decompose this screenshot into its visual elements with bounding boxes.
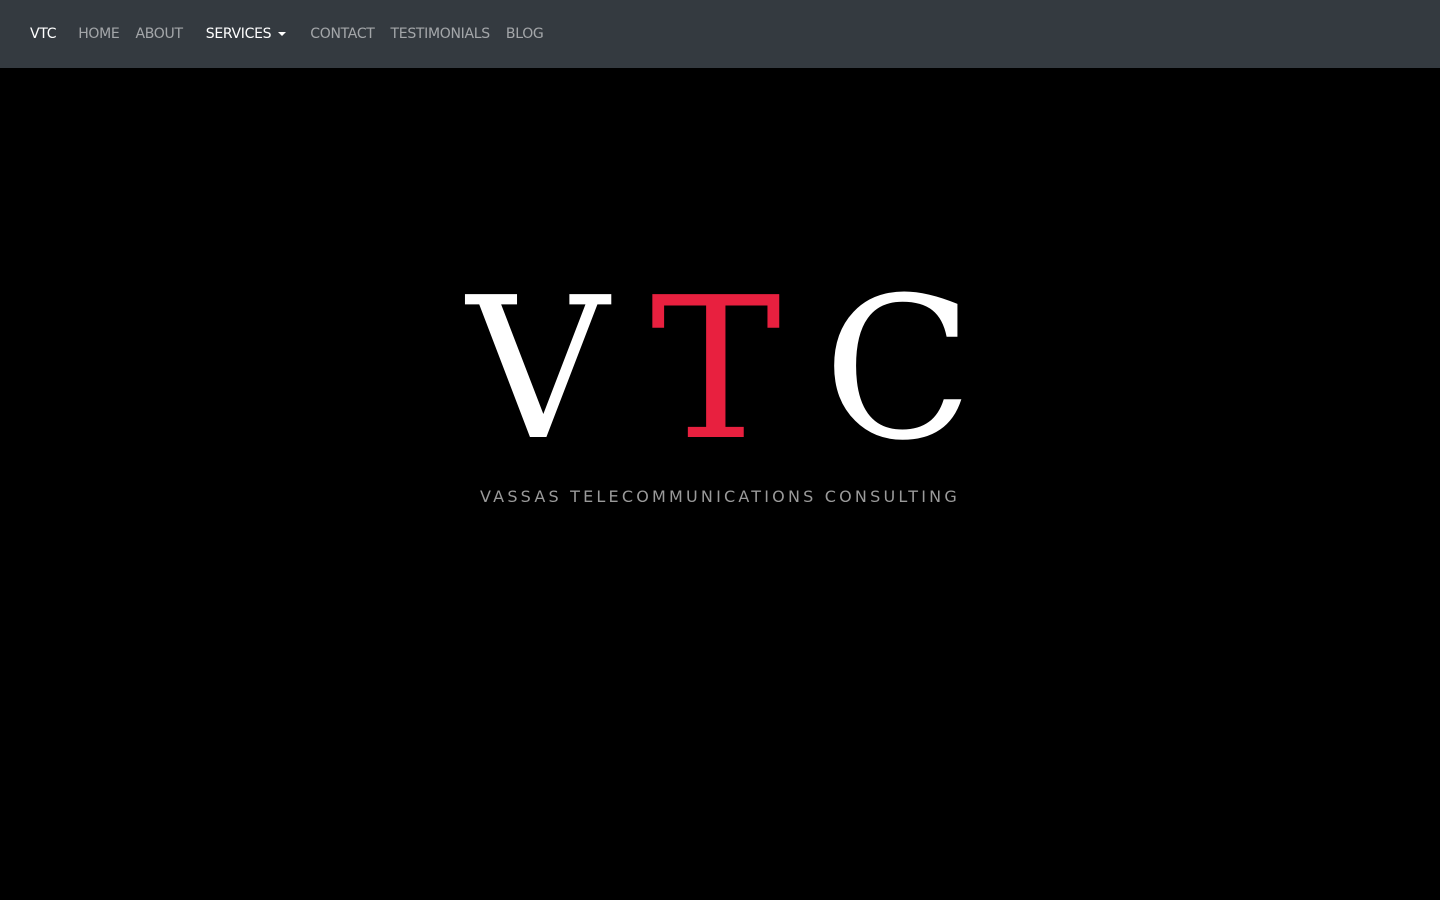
hero-tagline: VASSAS TELECOMMUNICATIONS CONSULTING bbox=[480, 487, 960, 506]
nav-link-testimonials[interactable]: TESTIMONIALS bbox=[391, 26, 491, 42]
nav-dropdown-services-label: SERVICES bbox=[205, 26, 272, 42]
hero-logo: VTC bbox=[0, 270, 1440, 470]
nav-link-about[interactable]: ABOUT bbox=[135, 26, 183, 42]
logo-letter-v: V bbox=[466, 256, 651, 484]
nav-link-contact[interactable]: CONTACT bbox=[310, 26, 375, 42]
brand-link[interactable]: VTC bbox=[30, 26, 56, 42]
nav-dropdown-services[interactable]: SERVICES bbox=[206, 26, 287, 42]
caret-down-icon bbox=[278, 32, 287, 36]
logo-letter-c: C bbox=[823, 256, 1016, 484]
nav-link-blog[interactable]: BLOG bbox=[506, 26, 544, 42]
top-navbar: VTC HOME ABOUT SERVICES CONTACT TESTIMON… bbox=[0, 0, 1440, 68]
nav-link-home[interactable]: HOME bbox=[78, 26, 120, 42]
logo-letter-t: T bbox=[650, 256, 824, 484]
